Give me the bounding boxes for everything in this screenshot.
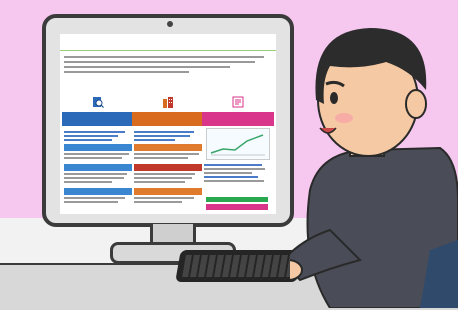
section-header[interactable]: [64, 164, 132, 171]
column-building: [132, 92, 204, 214]
section-header[interactable]: [134, 144, 202, 151]
search-icon: [92, 96, 104, 108]
text-line: [64, 66, 230, 68]
column-search: [62, 92, 134, 214]
ear: [406, 90, 426, 118]
text-line: [134, 177, 192, 179]
section: [64, 129, 132, 141]
building-icon: [162, 96, 174, 108]
text-line: [64, 181, 112, 183]
section: [64, 164, 132, 183]
site-header: [60, 34, 276, 51]
column-header-button[interactable]: [132, 112, 204, 126]
cheek: [335, 113, 353, 123]
text-line: [64, 177, 124, 179]
keyboard: [175, 250, 303, 282]
section: [204, 162, 272, 182]
text-line: [64, 71, 189, 73]
section-header[interactable]: [64, 144, 132, 151]
column-header-button[interactable]: [202, 112, 274, 126]
webcam-icon: [167, 21, 173, 27]
pink-button[interactable]: [206, 204, 268, 210]
text-line: [204, 172, 252, 174]
column-icon-area: [202, 92, 274, 112]
text-line: [134, 181, 185, 183]
column-header-button[interactable]: [62, 112, 134, 126]
section: [134, 129, 202, 141]
column-icon-area: [62, 92, 134, 112]
text-line: [64, 56, 264, 58]
link-line[interactable]: [134, 135, 190, 137]
link-line[interactable]: [134, 139, 175, 141]
document-icon: [232, 96, 244, 108]
text-line: [134, 197, 194, 199]
section: [64, 144, 132, 159]
column-icon-area: [132, 92, 204, 112]
text-line: [134, 157, 188, 159]
link-line[interactable]: [134, 131, 194, 133]
text-line: [134, 153, 199, 155]
section: [134, 188, 202, 203]
text-line: [64, 173, 127, 175]
link-line[interactable]: [64, 135, 118, 137]
column-document: [202, 92, 274, 214]
keyboard-keys: [182, 255, 296, 277]
link-line[interactable]: [64, 131, 125, 133]
section-header[interactable]: [134, 188, 202, 195]
text-line: [64, 201, 118, 203]
text-line: [134, 173, 195, 175]
link-line[interactable]: [204, 176, 258, 178]
notice-block: [64, 53, 272, 87]
green-button[interactable]: [206, 197, 268, 202]
text-line: [204, 180, 264, 182]
screen: [60, 34, 276, 214]
person-illustration: [290, 0, 458, 308]
section: [64, 188, 132, 203]
section: [134, 144, 202, 159]
section-header[interactable]: [64, 188, 132, 195]
link-line[interactable]: [204, 164, 262, 166]
eye: [330, 92, 338, 104]
section: [134, 164, 202, 183]
monitor: [42, 14, 294, 227]
text-line: [204, 168, 265, 170]
chart-thumbnail-icon: [207, 129, 269, 159]
text-line: [64, 61, 255, 63]
text-line: [134, 201, 182, 203]
text-line: [64, 157, 122, 159]
link-line[interactable]: [64, 139, 112, 141]
column-thumbnail[interactable]: [206, 128, 270, 160]
text-line: [64, 153, 129, 155]
text-line: [64, 197, 125, 199]
section-header[interactable]: [134, 164, 202, 171]
